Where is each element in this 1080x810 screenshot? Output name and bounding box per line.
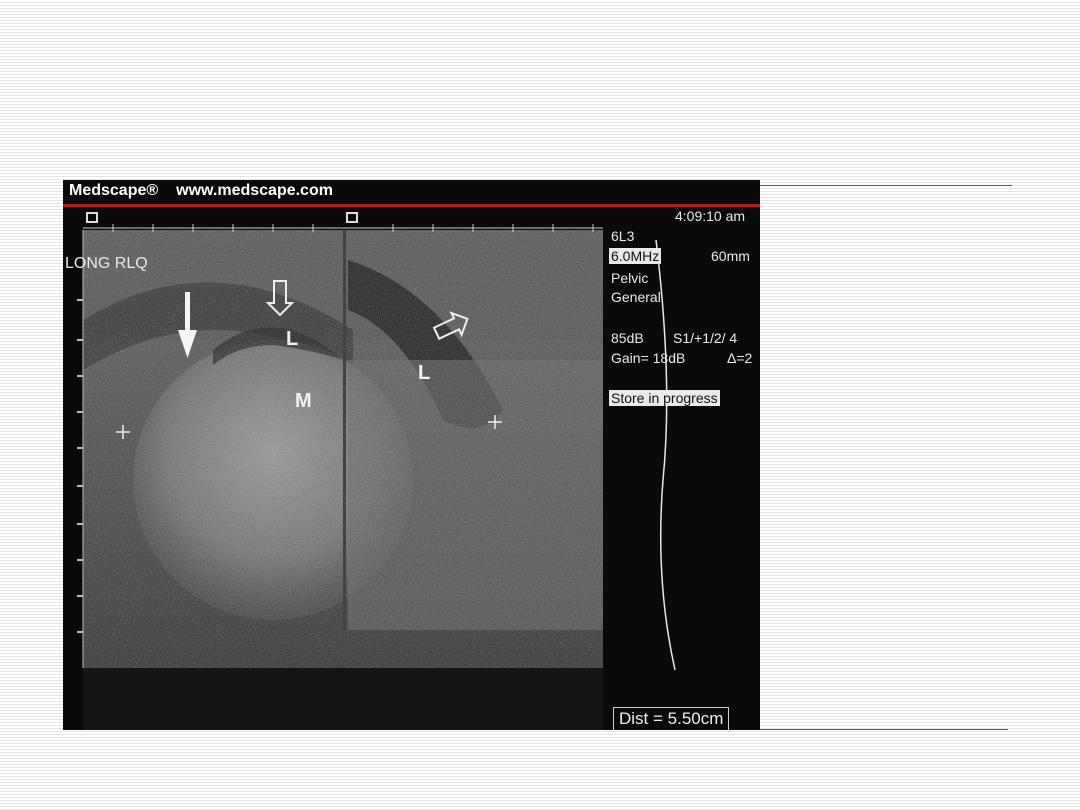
overlay-time: 4:09:10 am	[675, 208, 746, 224]
bracket-marker-mid	[346, 212, 358, 223]
overlay-power: 85dB	[611, 330, 644, 346]
overlay-status: Store in progress	[609, 390, 720, 406]
label-right-l: L	[418, 362, 431, 384]
left-ruler-ticks	[77, 299, 83, 633]
label-mass: M	[295, 390, 312, 412]
header-underline	[63, 204, 760, 207]
overlay-preset-1: Pelvic	[611, 270, 649, 286]
distance-readout: Dist = 5.50cm	[613, 707, 730, 730]
bracket-marker-left	[86, 212, 98, 223]
header-brand: Medscape®	[69, 182, 159, 199]
label-left-l: L	[286, 328, 299, 350]
overlay-gain: Gain= 18dB	[611, 350, 686, 366]
overlay-delta: Δ=2	[727, 350, 753, 366]
overlay-probe: 6L3	[611, 228, 635, 244]
bottom-red-rule	[760, 729, 1008, 730]
top-red-rule	[760, 185, 1012, 186]
header-bar: Medscape® www.medscape.com	[69, 182, 351, 200]
overlay-location: LONG RLQ	[65, 255, 148, 272]
overlay-depth: 60mm	[711, 248, 750, 264]
overlay-settings: S1/+1/2/ 4	[673, 330, 738, 346]
header-url: www.medscape.com	[176, 182, 333, 199]
overlay-frequency: 6.0MHz	[609, 248, 662, 264]
bottom-band	[83, 668, 603, 730]
speckle-noise	[83, 230, 603, 668]
ultrasound-image: Medscape® www.medscape.com 4:09:10 am 6L3…	[63, 180, 760, 730]
overlay-preset-2: General	[611, 289, 661, 305]
